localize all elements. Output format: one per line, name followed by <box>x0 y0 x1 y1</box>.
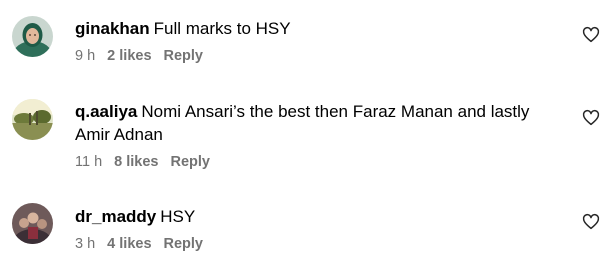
reply-button[interactable]: Reply <box>164 236 204 252</box>
heart-outline-icon[interactable] <box>582 109 600 127</box>
comment-time[interactable]: 9 h <box>75 48 95 64</box>
comment-text-line: q.aaliya Nomi Ansari’s the best then Fara… <box>75 100 555 146</box>
reply-button[interactable]: Reply <box>164 48 204 64</box>
comment-username[interactable]: q.aaliya <box>75 102 137 121</box>
comment-username[interactable]: dr_maddy <box>75 207 156 226</box>
avatar-landscape-icon[interactable] <box>12 99 53 140</box>
comment-meta: 3 h 4 likes Reply <box>75 235 555 253</box>
comment-time[interactable]: 3 h <box>75 236 95 252</box>
comment-likes[interactable]: 4 likes <box>107 236 151 252</box>
heart-outline-icon[interactable] <box>582 213 600 231</box>
reply-button[interactable]: Reply <box>171 154 211 170</box>
comment-username[interactable]: ginakhan <box>75 19 150 38</box>
comment-time[interactable]: 11 h <box>75 154 102 170</box>
comment-likes[interactable]: 8 likes <box>114 154 158 170</box>
comment-text: Full marks to HSY <box>153 19 291 38</box>
comment-text: Nomi Ansari’s the best then Faraz Manan … <box>75 102 530 144</box>
avatar-woman-headscarf-icon[interactable] <box>12 16 53 57</box>
comment-text-line: ginakhan Full marks to HSY <box>75 17 555 40</box>
comment-text: HSY <box>160 207 196 226</box>
heart-outline-icon[interactable] <box>582 26 600 44</box>
comment-likes[interactable]: 2 likes <box>107 48 151 64</box>
comment-text-line: dr_maddy HSY <box>75 205 555 228</box>
avatar-group-photo-icon[interactable] <box>12 203 53 244</box>
comment-meta: 11 h 8 likes Reply <box>75 153 555 171</box>
comment-meta: 9 h 2 likes Reply <box>75 47 555 65</box>
